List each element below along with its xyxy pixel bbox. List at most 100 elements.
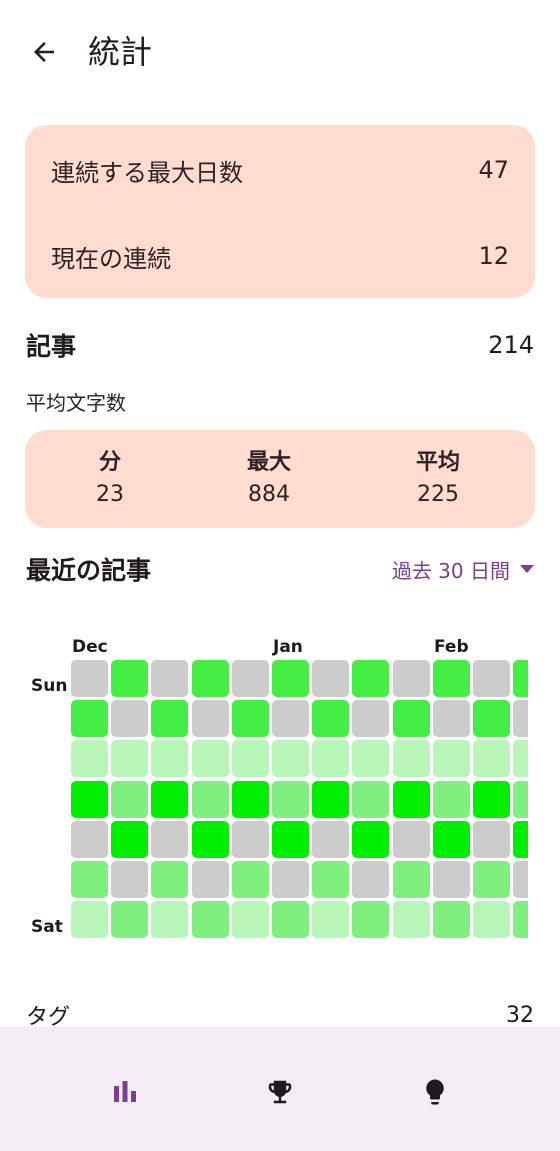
heatmap-cell[interactable]: [392, 901, 430, 939]
heatmap-cell[interactable]: [513, 820, 528, 858]
heatmap-cell[interactable]: [71, 660, 108, 697]
heatmap-cell[interactable]: [111, 780, 149, 818]
heatmap-cell[interactable]: [151, 861, 189, 898]
heatmap-cell[interactable]: [473, 820, 510, 858]
heatmap-cell[interactable]: [272, 740, 309, 778]
heatmap-cell[interactable]: [513, 660, 528, 697]
heatmap-cell[interactable]: [312, 780, 350, 818]
heatmap-cell[interactable]: [473, 660, 510, 697]
heatmap-cell[interactable]: [191, 740, 229, 778]
heatmap-cell[interactable]: [513, 901, 528, 939]
heatmap-cell[interactable]: [473, 861, 510, 898]
heatmap-cell[interactable]: [432, 780, 470, 818]
heatmap-cell[interactable]: [231, 700, 269, 738]
heatmap-cell[interactable]: [392, 660, 430, 697]
heatmap-cell[interactable]: [473, 740, 510, 778]
heatmap-cell[interactable]: [151, 820, 189, 858]
heatmap-cell[interactable]: [191, 700, 229, 738]
heatmap-cell[interactable]: [392, 740, 430, 778]
heatmap-cell[interactable]: [432, 820, 470, 858]
heatmap-cell[interactable]: [111, 820, 149, 858]
heatmap-cell[interactable]: [312, 700, 350, 738]
heatmap-cell[interactable]: [473, 901, 510, 939]
heatmap-cell[interactable]: [151, 740, 189, 778]
heatmap-cell[interactable]: [513, 861, 528, 898]
heatmap-cell[interactable]: [352, 820, 390, 858]
longest-streak-value: 47: [478, 156, 509, 184]
heatmap-cell[interactable]: [352, 660, 390, 697]
heatmap-cell[interactable]: [392, 700, 430, 738]
heatmap-cell[interactable]: [432, 861, 470, 898]
heatmap-cell[interactable]: [312, 740, 350, 778]
heatmap-cell[interactable]: [513, 700, 528, 738]
heatmap-cell[interactable]: [513, 780, 528, 818]
nav-achievements[interactable]: [258, 1070, 302, 1114]
nav-tips[interactable]: [413, 1070, 457, 1114]
heatmap-cell[interactable]: [231, 780, 269, 818]
heatmap-cell[interactable]: [71, 780, 108, 818]
heatmap-cell[interactable]: [352, 861, 390, 898]
heatmap-cell[interactable]: [312, 901, 350, 939]
heatmap-cell[interactable]: [111, 740, 149, 778]
heatmap-cell[interactable]: [111, 700, 149, 738]
heatmap-cell[interactable]: [352, 740, 390, 778]
range-dropdown[interactable]: 過去 30 日間: [392, 555, 534, 584]
heatmap-cell[interactable]: [272, 660, 309, 697]
heatmap-cell[interactable]: [432, 740, 470, 778]
heatmap-cell[interactable]: [272, 820, 309, 858]
heatmap-cell[interactable]: [191, 780, 229, 818]
heatmap-cell[interactable]: [432, 901, 470, 939]
heatmap-cell[interactable]: [272, 901, 309, 939]
heatmap-cell[interactable]: [231, 660, 269, 697]
heatmap-cell[interactable]: [71, 820, 108, 858]
heatmap-cell[interactable]: [432, 660, 470, 697]
heatmap-grid: [71, 660, 528, 940]
heatmap-cell[interactable]: [352, 700, 390, 738]
heatmap-cell[interactable]: [191, 861, 229, 898]
heatmap-cell[interactable]: [272, 780, 309, 818]
heatmap-cell[interactable]: [191, 901, 229, 939]
heatmap-cell[interactable]: [111, 660, 149, 697]
recent-entries-label: 最近の記事: [26, 556, 152, 585]
heatmap-cell[interactable]: [231, 861, 269, 898]
page-title: 統計: [88, 33, 153, 71]
heatmap-cell[interactable]: [352, 780, 390, 818]
heatmap-cell[interactable]: [191, 820, 229, 858]
heatmap-cell[interactable]: [312, 861, 350, 898]
heatmap-cell[interactable]: [392, 861, 430, 898]
heatmap-cell[interactable]: [151, 780, 189, 818]
current-streak-label: 現在の連続: [51, 244, 171, 273]
current-streak-value: 12: [478, 242, 509, 270]
heatmap-cell[interactable]: [151, 660, 189, 697]
heatmap-cell[interactable]: [71, 861, 108, 898]
heatmap-cell[interactable]: [392, 820, 430, 858]
heatmap-cell[interactable]: [312, 820, 350, 858]
entries-row: 記事 214: [26, 325, 534, 365]
trophy-icon: [268, 1080, 292, 1104]
back-button[interactable]: [22, 30, 66, 74]
heatmap-cell[interactable]: [272, 700, 309, 738]
range-dropdown-label: 過去 30 日間: [391, 558, 510, 583]
heatmap-cell[interactable]: [392, 780, 430, 818]
heatmap-cell[interactable]: [513, 740, 528, 778]
heatmap-cell[interactable]: [231, 740, 269, 778]
heatmap-cell[interactable]: [352, 901, 390, 939]
current-streak-row: 現在の連続 12: [51, 236, 509, 276]
heatmap-cell[interactable]: [231, 820, 269, 858]
heatmap-cell[interactable]: [272, 861, 309, 898]
heatmap-cell[interactable]: [151, 901, 189, 939]
heatmap-cell[interactable]: [71, 700, 108, 738]
heatmap-cell[interactable]: [111, 861, 149, 898]
heatmap-cell[interactable]: [432, 700, 470, 738]
heatmap-cell[interactable]: [71, 901, 108, 939]
heatmap-cell[interactable]: [312, 660, 350, 697]
heatmap-cell[interactable]: [231, 901, 269, 939]
heatmap-cell[interactable]: [191, 660, 229, 697]
heatmap-cell[interactable]: [473, 780, 510, 818]
heatmap-cell[interactable]: [151, 700, 189, 738]
heatmap-cell[interactable]: [71, 740, 108, 778]
nav-statistics[interactable]: [103, 1070, 147, 1114]
heatmap-cell[interactable]: [111, 901, 149, 939]
entries-count: 214: [488, 331, 534, 359]
heatmap-cell[interactable]: [473, 700, 510, 738]
